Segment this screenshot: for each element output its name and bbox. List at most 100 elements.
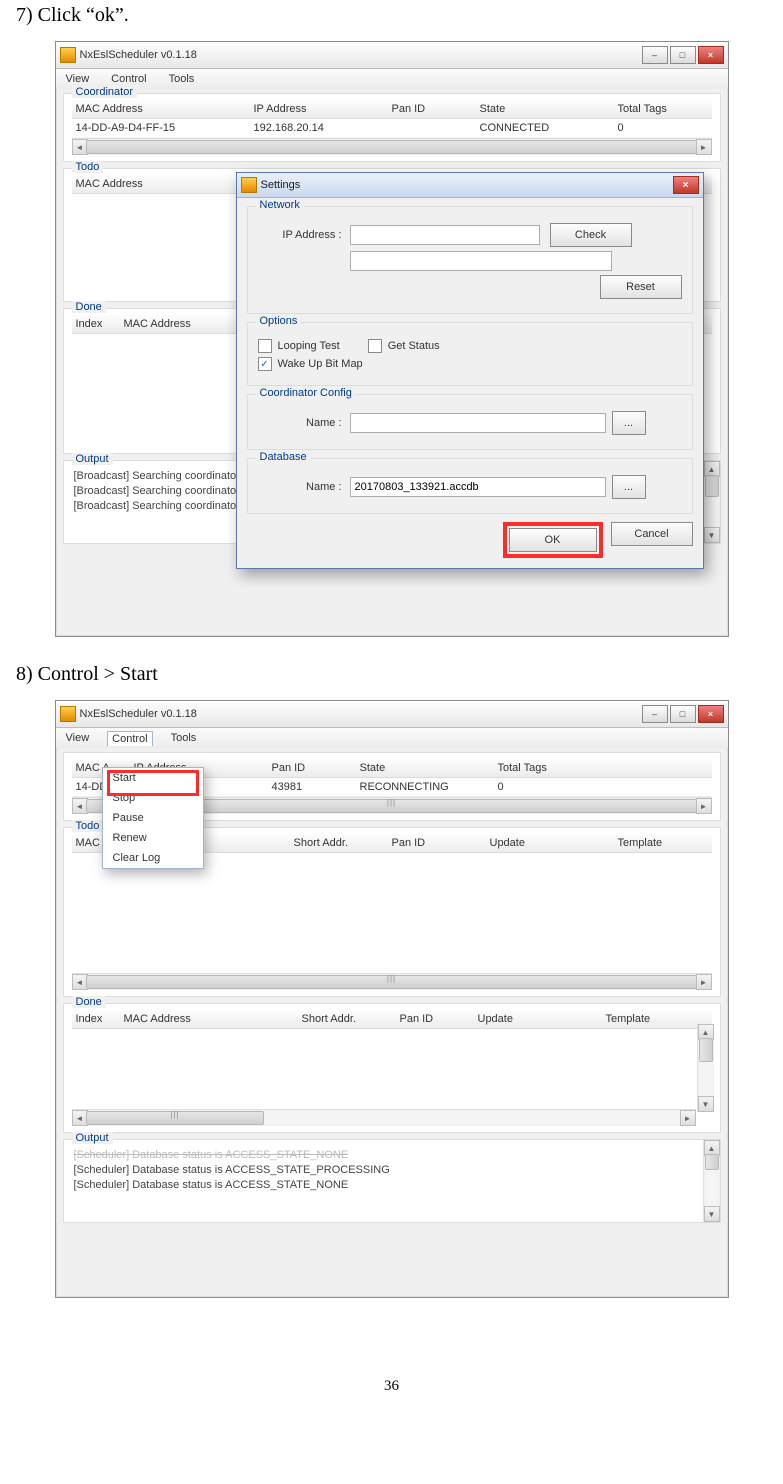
output-group: Output [Scheduler] Database status is AC… [63,1139,721,1223]
col-pan[interactable]: Pan ID [388,834,486,852]
control-dropdown: Start Stop Pause Renew Clear Log [102,767,204,869]
db-name-label: Name : [258,481,350,493]
menu-item-pause[interactable]: Pause [103,808,203,828]
get-status-checkbox[interactable]: Get Status [368,339,440,353]
menu-tools[interactable]: Tools [165,72,199,86]
col-index[interactable]: Index [72,1010,120,1028]
looping-test-checkbox[interactable]: Looping Test [258,339,340,353]
coord-name-input[interactable] [350,413,606,433]
group-caption: Todo [72,161,104,173]
col-ip[interactable]: IP Address [250,100,388,118]
col-mac[interactable]: MAC Address [120,1010,298,1028]
menu-item-start[interactable]: Start [103,768,203,788]
network-group: Network IP Address : Check Reset [247,206,693,314]
menu-view[interactable]: View [62,72,94,86]
window-title: NxEslScheduler v0.1.18 [80,708,642,720]
ip-address-input[interactable] [350,225,540,245]
coord-name-label: Name : [258,417,350,429]
group-caption: Network [256,199,304,211]
scroll-right-icon[interactable]: ► [696,139,712,155]
scroll-right-icon[interactable]: ► [696,974,712,990]
dialog-icon [241,177,257,193]
scroll-down-icon[interactable]: ▼ [698,1096,714,1112]
options-group: Options Looping Test Get Status ✓Wake Up… [247,322,693,386]
group-caption: Done [72,301,106,313]
cancel-button[interactable]: Cancel [611,522,693,546]
menu-item-stop[interactable]: Stop [103,788,203,808]
cell-ip: 192.168.20.14 [250,119,388,137]
page-number: 36 [10,1378,773,1395]
dialog-title: Settings [261,179,673,191]
wakeup-checkbox[interactable]: ✓Wake Up Bit Map [258,357,363,371]
app-icon [60,47,76,63]
done-vscroll[interactable]: ▲ ▼ [697,1024,714,1112]
col-update[interactable]: Update [486,834,614,852]
output-vscroll[interactable]: ▲ ▼ [703,461,720,543]
scroll-grip-icon: ||| [170,1110,179,1119]
dialog-close-button[interactable]: × [673,176,699,194]
close-button[interactable]: × [698,705,724,723]
step-7-heading: 7) Click “ok”. [16,4,773,27]
cell-state: CONNECTED [476,119,614,137]
menu-item-renew[interactable]: Renew [103,828,203,848]
cell-tags: 0 [494,778,582,796]
coordinator-group: Coordinator MAC Address IP Address Pan I… [63,93,721,162]
close-button[interactable]: × [698,46,724,64]
col-state[interactable]: State [356,759,494,777]
col-short-addr[interactable]: Short Addr. [290,834,388,852]
app-window-1: NxEslScheduler v0.1.18 – □ × View Contro… [55,41,729,637]
scroll-grip-icon: ||| [387,798,396,807]
todo-hscroll[interactable]: ◄ ||| ► [72,973,712,990]
maximize-button[interactable]: □ [670,705,696,723]
minimize-button[interactable]: – [642,46,668,64]
menu-tools[interactable]: Tools [167,731,201,745]
col-mac[interactable]: MAC Address [72,100,250,118]
scroll-right-icon[interactable]: ► [680,1110,696,1126]
group-caption: Options [256,315,302,327]
output-line: [Scheduler] Database status is ACCESS_ST… [74,1178,710,1193]
coord-browse-button[interactable]: ... [612,411,646,435]
ip-result-input[interactable] [350,251,612,271]
output-vscroll[interactable]: ▲ ▼ [703,1140,720,1222]
group-caption: Coordinator Config [256,387,356,399]
minimize-button[interactable]: – [642,705,668,723]
col-pan[interactable]: Pan ID [388,100,476,118]
col-update[interactable]: Update [474,1010,602,1028]
scroll-right-icon[interactable]: ► [696,798,712,814]
col-short-addr[interactable]: Short Addr. [298,1010,396,1028]
cell-mac: 14-DD-A9-D4-FF-15 [72,119,250,137]
db-name-input[interactable] [350,477,606,497]
done-hscroll[interactable]: ◄ ||| ► [72,1109,696,1126]
scroll-down-icon[interactable]: ▼ [704,527,720,543]
menu-control[interactable]: Control [107,72,150,86]
col-pan[interactable]: Pan ID [268,759,356,777]
maximize-button[interactable]: □ [670,46,696,64]
reset-button[interactable]: Reset [600,275,682,299]
col-pan[interactable]: Pan ID [396,1010,474,1028]
col-template[interactable]: Template [614,834,712,852]
step-8-heading: 8) Control > Start [16,663,773,686]
db-browse-button[interactable]: ... [612,475,646,499]
title-bar: NxEslScheduler v0.1.18 – □ × [56,42,728,69]
col-index[interactable]: Index [72,315,120,333]
ok-button[interactable]: OK [509,528,597,552]
window-title: NxEslScheduler v0.1.18 [80,49,642,61]
col-template[interactable]: Template [602,1010,700,1028]
scroll-down-icon[interactable]: ▼ [704,1206,720,1222]
coordinator-hscroll[interactable]: ◄ ► [72,138,712,155]
wakeup-label: Wake Up Bit Map [278,358,363,370]
settings-dialog: Settings × Network IP Address : Check [236,172,704,569]
get-status-label: Get Status [388,340,440,352]
menu-view[interactable]: View [62,731,94,745]
done-group: Done Index MAC Address Short Addr. Pan I… [63,1003,721,1133]
menu-item-clear-log[interactable]: Clear Log [103,848,203,868]
col-tags[interactable]: Total Tags [494,759,582,777]
col-tags[interactable]: Total Tags [614,100,702,118]
cell-state: RECONNECTING [356,778,494,796]
app-icon [60,706,76,722]
app-window-2: NxEslScheduler v0.1.18 – □ × View Contro… [55,700,729,1298]
database-group: Database Name : ... [247,458,693,514]
col-state[interactable]: State [476,100,614,118]
check-button[interactable]: Check [550,223,632,247]
menu-control[interactable]: Control [107,731,152,746]
